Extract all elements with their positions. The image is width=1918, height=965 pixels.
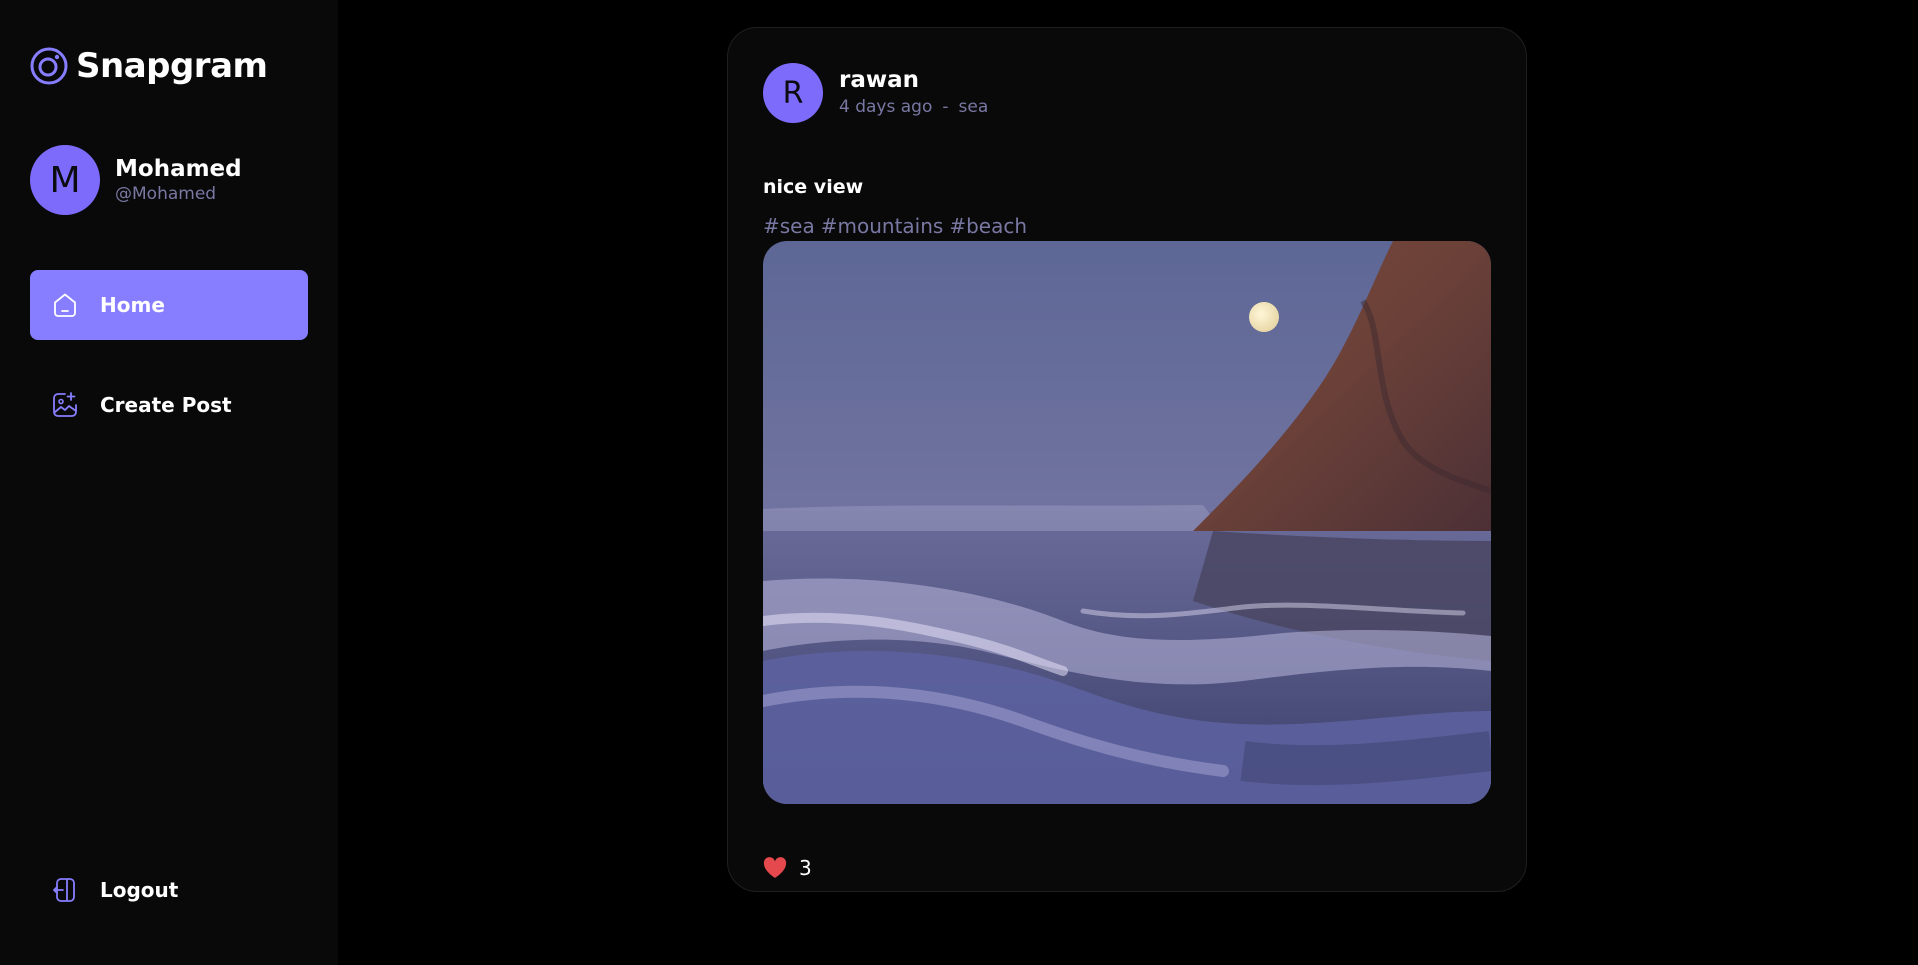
profile-text: Mohamed @Mohamed	[115, 155, 242, 205]
post-tags: #sea #mountains #beach	[763, 214, 1027, 238]
like-count: 3	[799, 856, 812, 880]
heart-icon[interactable]	[763, 857, 787, 879]
post-card: R rawan 4 days ago - sea nice view #sea …	[727, 27, 1527, 892]
sidebar-item-create-post[interactable]: Create Post	[30, 370, 308, 440]
post-time: 4 days ago	[839, 97, 933, 117]
app-root: Snapgram M Mohamed @Mohamed Home Create …	[0, 0, 1918, 965]
sidebar-item-label: Create Post	[100, 393, 232, 417]
post-author[interactable]: rawan	[839, 66, 988, 94]
post-separator: -	[942, 97, 949, 117]
profile-handle: @Mohamed	[115, 184, 217, 204]
gallery-add-icon	[53, 392, 77, 417]
avatar: M	[30, 145, 100, 215]
brand-name: Snapgram	[76, 46, 268, 86]
post-stats: 3	[763, 856, 812, 880]
profile-name: Mohamed	[115, 156, 242, 182]
post-tag[interactable]: #sea	[763, 214, 815, 238]
seascape-image	[763, 241, 1491, 804]
user-profile[interactable]: M Mohamed @Mohamed	[30, 145, 242, 215]
author-avatar[interactable]: R	[763, 63, 823, 123]
home-icon	[54, 293, 76, 317]
post-location: sea	[958, 97, 989, 117]
sidebar-item-home[interactable]: Home	[30, 270, 308, 340]
post-image[interactable]	[763, 241, 1491, 804]
snapgram-logo-icon	[30, 47, 68, 85]
post-tag[interactable]: #beach	[949, 214, 1027, 238]
post-tag[interactable]: #mountains	[821, 214, 944, 238]
post-meta: rawan 4 days ago - sea	[839, 66, 988, 120]
post-caption: nice view	[763, 176, 864, 198]
post-header: R rawan 4 days ago - sea	[763, 63, 988, 123]
logout-button[interactable]: Logout	[30, 855, 308, 925]
sidebar: Snapgram M Mohamed @Mohamed Home Create …	[0, 0, 338, 965]
logo[interactable]: Snapgram	[30, 46, 268, 86]
sidebar-item-label: Home	[100, 293, 165, 317]
logout-label: Logout	[100, 878, 179, 902]
post-subline: 4 days ago - sea	[839, 94, 988, 120]
logout-icon	[53, 878, 75, 902]
